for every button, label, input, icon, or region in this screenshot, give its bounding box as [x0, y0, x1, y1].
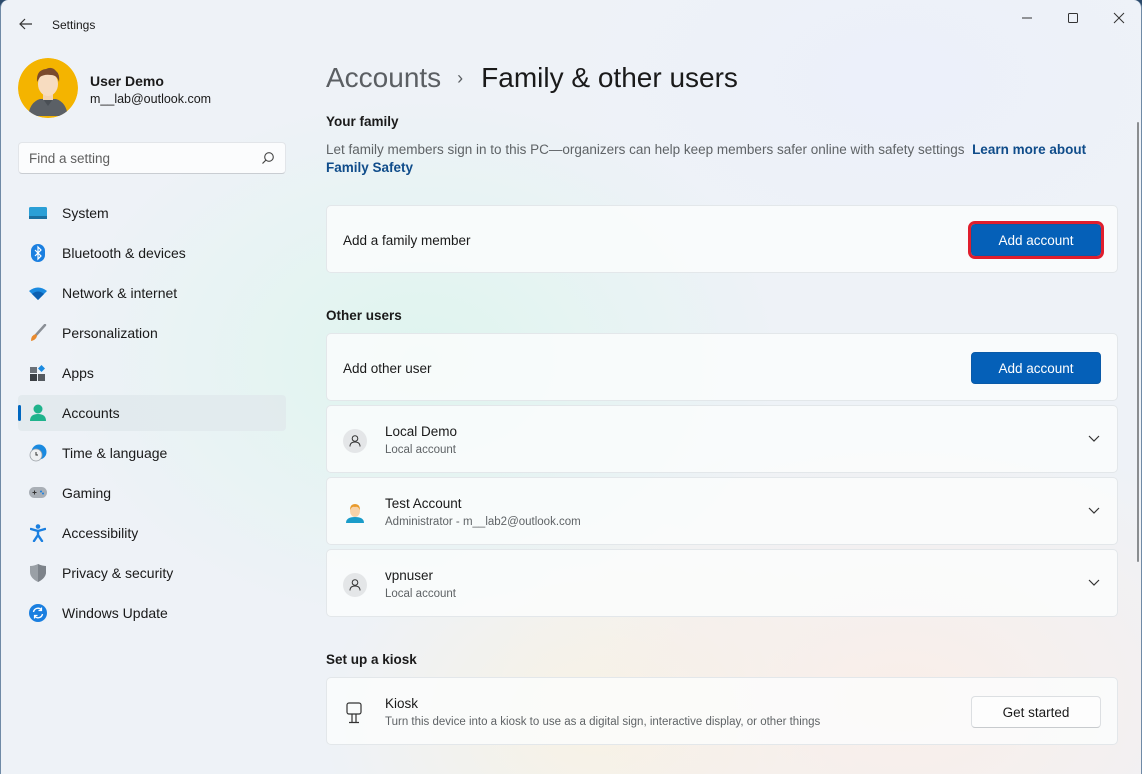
add-other-user-card: Add other user Add account	[326, 333, 1118, 401]
maximize-icon	[1068, 13, 1078, 23]
breadcrumb-accounts[interactable]: Accounts	[326, 62, 441, 94]
sidebar-item-windows-update[interactable]: Windows Update	[18, 595, 286, 631]
breadcrumb-separator-icon: ›	[457, 67, 464, 88]
sidebar-item-gaming[interactable]: Gaming	[18, 475, 286, 511]
accessibility-icon	[28, 524, 48, 542]
avatar	[18, 58, 78, 118]
sidebar-item-network[interactable]: Network & internet	[18, 275, 286, 311]
person-avatar	[343, 501, 367, 525]
section-title-other-users: Other users	[326, 308, 402, 323]
sidebar-item-apps[interactable]: Apps	[18, 355, 286, 391]
user-name: vpnuser	[385, 568, 434, 583]
user-row-vpnuser[interactable]: vpnuser Local account	[326, 549, 1118, 617]
kiosk-card: Kiosk Turn this device into a kiosk to u…	[326, 677, 1118, 745]
gamepad-icon	[28, 484, 48, 502]
user-row-local-demo[interactable]: Local Demo Local account	[326, 405, 1118, 473]
breadcrumb: Accounts › Family & other users	[326, 58, 738, 98]
get-started-button[interactable]: Get started	[971, 696, 1101, 728]
default-user-icon	[343, 429, 367, 453]
wifi-icon	[28, 284, 48, 302]
system-icon	[28, 204, 48, 222]
section-title-kiosk: Set up a kiosk	[326, 652, 417, 667]
add-family-member-label: Add a family member	[343, 233, 471, 248]
user-detail: Local account	[385, 444, 456, 456]
kiosk-title: Kiosk	[385, 696, 419, 711]
scrollbar[interactable]	[1137, 122, 1139, 562]
paintbrush-icon	[28, 324, 48, 342]
search-input[interactable]	[19, 143, 249, 173]
user-avatar-icon	[18, 58, 78, 118]
page-title: Family & other users	[481, 62, 738, 93]
settings-window: Settings User Demo m__lab@outlook.com Fi…	[0, 0, 1142, 774]
minimize-button[interactable]	[1007, 8, 1047, 28]
shield-icon	[28, 564, 48, 582]
user-email: m__lab@outlook.com	[90, 92, 212, 106]
section-title-your-family: Your family	[326, 114, 399, 129]
sidebar-item-bluetooth[interactable]: Bluetooth & devices	[18, 235, 286, 271]
sidebar-item-accounts[interactable]: Accounts	[18, 395, 286, 431]
chevron-down-icon[interactable]	[1087, 578, 1101, 588]
user-name: Test Account	[385, 496, 462, 511]
add-other-user-label: Add other user	[343, 361, 432, 376]
search-box[interactable]	[18, 142, 286, 174]
sidebar-item-accessibility[interactable]: Accessibility	[18, 515, 286, 551]
maximize-button[interactable]	[1053, 8, 1093, 28]
chevron-down-icon[interactable]	[1087, 434, 1101, 444]
add-other-user-account-button[interactable]: Add account	[971, 352, 1101, 384]
sidebar-item-privacy[interactable]: Privacy & security	[18, 555, 286, 591]
sidebar-item-personalization[interactable]: Personalization	[18, 315, 286, 351]
user-profile[interactable]: User Demo m__lab@outlook.com	[18, 58, 298, 118]
kiosk-description: Turn this device into a kiosk to use as …	[385, 716, 821, 728]
user-name: Local Demo	[385, 424, 458, 439]
accounts-icon	[28, 404, 48, 422]
user-detail: Local account	[385, 588, 456, 600]
close-icon	[1113, 12, 1125, 24]
close-button[interactable]	[1099, 8, 1139, 28]
chevron-down-icon[interactable]	[1087, 506, 1101, 516]
bluetooth-icon	[28, 244, 48, 262]
app-title: Settings	[52, 18, 96, 32]
user-detail: Administrator - m__lab2@outlook.com	[385, 516, 581, 528]
family-description: Let family members sign in to this PC—or…	[326, 142, 1087, 175]
sidebar-nav: System Bluetooth & devices Network & int…	[18, 195, 286, 635]
user-row-test-account[interactable]: Test Account Administrator - m__lab2@out…	[326, 477, 1118, 545]
default-user-icon	[343, 573, 367, 597]
title-bar: Settings	[1, 0, 1141, 48]
minimize-icon	[1022, 17, 1032, 19]
sidebar-item-time-language[interactable]: Time & language	[18, 435, 286, 471]
add-family-account-button[interactable]: Add account	[968, 221, 1104, 259]
search-icon[interactable]	[261, 151, 275, 165]
kiosk-icon	[346, 702, 362, 724]
back-button[interactable]	[15, 13, 37, 35]
sidebar-item-system[interactable]: System	[18, 195, 286, 231]
time-language-icon	[28, 444, 48, 462]
back-arrow-icon	[19, 18, 32, 30]
add-family-member-card: Add a family member Add account	[326, 205, 1118, 273]
update-icon	[28, 604, 48, 622]
apps-icon	[28, 364, 48, 382]
user-name: User Demo	[90, 73, 164, 89]
